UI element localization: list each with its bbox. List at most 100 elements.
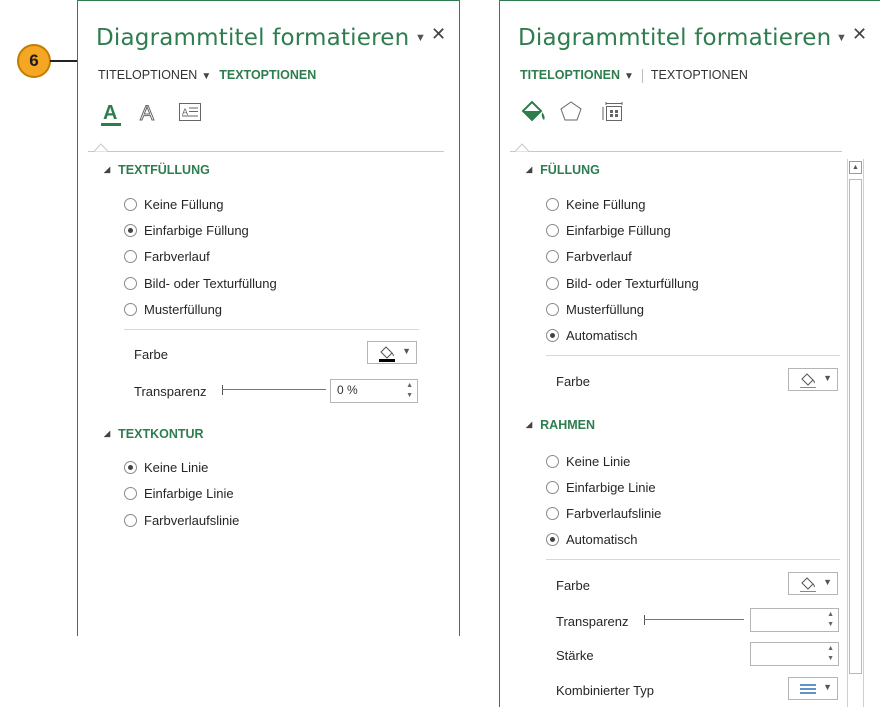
section-text-outline-header[interactable]: ◢ TEXTKONTUR bbox=[104, 427, 204, 441]
pane-options-dropdown-icon[interactable]: ▼ bbox=[836, 32, 847, 44]
section-border-header[interactable]: ◢ RAHMEN bbox=[526, 418, 595, 432]
radio-automatic-fill[interactable]: Automatisch bbox=[546, 328, 638, 343]
radio-button-checked[interactable] bbox=[124, 461, 137, 474]
radio-button-checked[interactable] bbox=[124, 224, 137, 237]
radio-button[interactable] bbox=[546, 224, 559, 237]
radio-label: Bild- oder Texturfüllung bbox=[144, 276, 277, 291]
compound-lines-icon bbox=[800, 684, 816, 694]
radio-gradient-fill[interactable]: Farbverlauf bbox=[546, 249, 632, 264]
section-text-fill-header[interactable]: ◢ TEXTFÜLLUNG bbox=[104, 163, 210, 177]
collapse-triangle-icon: ◢ bbox=[526, 165, 533, 174]
radio-button[interactable] bbox=[546, 303, 559, 316]
radio-label: Farbverlaufslinie bbox=[144, 513, 240, 528]
close-icon[interactable]: ✕ bbox=[852, 24, 867, 45]
radio-label: Musterfüllung bbox=[566, 302, 645, 317]
spin-arrows[interactable]: ▲ ▼ bbox=[827, 610, 834, 630]
radio-button[interactable] bbox=[546, 481, 559, 494]
slider-thumb[interactable] bbox=[644, 615, 645, 625]
radio-picture-fill[interactable]: Bild- oder Texturfüllung bbox=[124, 276, 277, 291]
close-icon[interactable]: ✕ bbox=[431, 24, 446, 45]
section-text-fill-title: TEXTFÜLLUNG bbox=[118, 163, 210, 177]
section-fill-header[interactable]: ◢ FÜLLUNG bbox=[526, 163, 600, 177]
text-fill-outline-icon[interactable]: A bbox=[100, 99, 126, 129]
line-transparency-input[interactable] bbox=[757, 612, 807, 626]
radio-solid-fill[interactable]: Einfarbige Füllung bbox=[124, 223, 249, 238]
tab-text-options[interactable]: TEXTOPTIONEN bbox=[651, 68, 748, 82]
divider bbox=[546, 355, 840, 356]
line-transparency-slider[interactable] bbox=[644, 615, 744, 625]
pane-options-dropdown-icon[interactable]: ▼ bbox=[415, 32, 426, 44]
radio-automatic-line[interactable]: Automatisch bbox=[546, 532, 638, 547]
pane-title: Diagrammtitel formatieren bbox=[96, 25, 410, 51]
line-width-input[interactable] bbox=[757, 646, 807, 660]
fill-color-picker-button[interactable]: ▼ bbox=[788, 368, 838, 391]
radio-gradient-fill[interactable]: Farbverlauf bbox=[124, 249, 210, 264]
radio-picture-fill[interactable]: Bild- oder Texturfüllung bbox=[546, 276, 699, 291]
scrollbar-thumb[interactable] bbox=[849, 179, 862, 674]
radio-button[interactable] bbox=[124, 250, 137, 263]
tab-title-options[interactable]: TITELOPTIONEN bbox=[98, 68, 197, 82]
size-properties-icon[interactable] bbox=[601, 99, 627, 129]
vertical-scrollbar[interactable]: ▲ bbox=[847, 159, 864, 707]
radio-no-line[interactable]: Keine Linie bbox=[546, 454, 630, 469]
icon-tab-divider bbox=[88, 151, 444, 152]
title-options-dropdown-icon[interactable]: ▼ bbox=[624, 71, 634, 82]
transparency-input[interactable] bbox=[337, 383, 387, 397]
radio-button[interactable] bbox=[124, 277, 137, 290]
scroll-up-arrow-icon[interactable]: ▲ bbox=[849, 161, 862, 174]
radio-solid-fill[interactable]: Einfarbige Füllung bbox=[546, 223, 671, 238]
radio-no-fill[interactable]: Keine Füllung bbox=[124, 197, 224, 212]
transparency-slider[interactable] bbox=[222, 385, 326, 395]
radio-button-checked[interactable] bbox=[546, 329, 559, 342]
radio-button-checked[interactable] bbox=[546, 533, 559, 546]
tab-text-options[interactable]: TEXTOPTIONEN bbox=[219, 68, 316, 82]
radio-solid-line[interactable]: Einfarbige Linie bbox=[124, 486, 234, 501]
chevron-down-icon: ▼ bbox=[823, 577, 832, 587]
tab-title-options[interactable]: TITELOPTIONEN bbox=[520, 68, 620, 82]
line-width-spinbox[interactable]: ▲ ▼ bbox=[750, 642, 839, 666]
line-transparency-spinbox[interactable]: ▲ ▼ bbox=[750, 608, 839, 632]
radio-gradient-line[interactable]: Farbverlaufslinie bbox=[546, 506, 661, 521]
fill-color-picker-button[interactable]: ▼ bbox=[367, 341, 417, 364]
radio-button[interactable] bbox=[546, 198, 559, 211]
radio-no-line[interactable]: Keine Linie bbox=[124, 460, 208, 475]
textbox-icon[interactable]: A bbox=[178, 99, 204, 129]
format-chart-title-pane-text-options: Diagrammtitel formatieren ▼ ✕ TITELOPTIO… bbox=[77, 0, 460, 636]
active-tab-notch bbox=[94, 143, 108, 152]
radio-button[interactable] bbox=[546, 507, 559, 520]
section-text-outline-title: TEXTKONTUR bbox=[118, 427, 204, 441]
effects-icon[interactable] bbox=[559, 99, 585, 129]
transparency-spinbox[interactable]: ▲▼ bbox=[330, 379, 418, 403]
radio-button[interactable] bbox=[124, 487, 137, 500]
radio-label: Musterfüllung bbox=[144, 302, 223, 317]
paint-bucket-icon bbox=[800, 577, 816, 592]
color-label: Farbe bbox=[556, 374, 590, 389]
fill-line-icon[interactable] bbox=[520, 99, 546, 129]
line-color-picker-button[interactable]: ▼ bbox=[788, 572, 838, 595]
text-effects-icon[interactable]: A bbox=[136, 99, 162, 129]
radio-solid-line[interactable]: Einfarbige Linie bbox=[546, 480, 656, 495]
radio-pattern-fill[interactable]: Musterfüllung bbox=[546, 302, 644, 317]
spin-arrows[interactable]: ▲ ▼ bbox=[827, 644, 834, 664]
radio-label: Einfarbige Linie bbox=[144, 486, 234, 501]
radio-label: Automatisch bbox=[566, 532, 638, 547]
radio-button[interactable] bbox=[546, 250, 559, 263]
title-options-dropdown-icon[interactable]: ▼ bbox=[201, 71, 211, 82]
option-tabs: TITELOPTIONEN ▼ TEXTOPTIONEN bbox=[98, 68, 316, 82]
radio-gradient-line[interactable]: Farbverlaufslinie bbox=[124, 513, 239, 528]
transparency-label: Transparenz bbox=[134, 384, 207, 399]
collapse-triangle-icon: ◢ bbox=[104, 165, 111, 174]
spin-arrows[interactable]: ▲ ▼ bbox=[406, 381, 413, 401]
radio-pattern-fill[interactable]: Musterfüllung bbox=[124, 302, 222, 317]
compound-type-dropdown[interactable]: ▼ bbox=[788, 677, 838, 700]
radio-button[interactable] bbox=[124, 303, 137, 316]
paint-bucket-icon bbox=[800, 373, 816, 388]
radio-button[interactable] bbox=[546, 455, 559, 468]
radio-button[interactable] bbox=[124, 198, 137, 211]
paint-bucket-icon bbox=[379, 346, 395, 362]
radio-no-fill[interactable]: Keine Füllung bbox=[546, 197, 646, 212]
slider-thumb[interactable] bbox=[222, 385, 223, 395]
slider-track bbox=[222, 389, 326, 390]
radio-button[interactable] bbox=[546, 277, 559, 290]
radio-button[interactable] bbox=[124, 514, 137, 527]
